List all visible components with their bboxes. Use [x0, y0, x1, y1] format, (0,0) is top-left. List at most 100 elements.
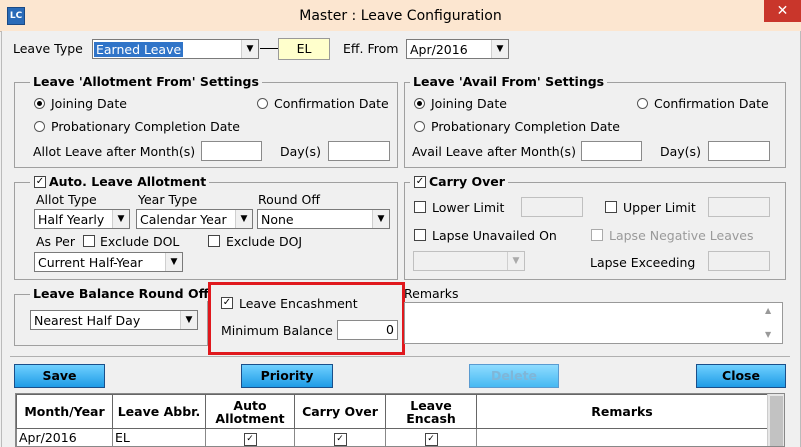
- round-off-dropdown[interactable]: None ▼: [257, 209, 390, 229]
- lapse-negative-checkbox[interactable]: [591, 229, 603, 241]
- col-carry-over[interactable]: Carry Over: [294, 394, 386, 429]
- allot-days-label: Day(s): [280, 144, 321, 159]
- min-balance-input[interactable]: 0: [337, 320, 398, 340]
- separator: [10, 356, 790, 357]
- leave-encashment-label: Leave Encashment: [239, 296, 358, 311]
- period-value: Current Half-Year: [38, 255, 143, 270]
- chevron-down-icon: ▼: [491, 40, 508, 58]
- avail-from-title: Leave 'Avail From' Settings: [410, 74, 608, 89]
- chevron-down-icon: ▼: [372, 210, 389, 228]
- allot-type-value: Half Yearly: [38, 212, 105, 227]
- grid-scroll-thumb[interactable]: [770, 396, 783, 446]
- exclude-doj-label: Exclude DOJ: [226, 234, 303, 249]
- chevron-down-icon: ▼: [507, 252, 524, 270]
- exclude-doj-checkbox[interactable]: [208, 235, 220, 247]
- allot-joining-label: Joining Date: [51, 96, 127, 111]
- chevron-down-icon: ▼: [235, 210, 252, 228]
- round-off-label: Round Off: [258, 192, 320, 207]
- carry-over-cell-checkbox[interactable]: ✓: [333, 433, 347, 446]
- lapse-unavailed-dropdown[interactable]: ▼: [413, 251, 525, 271]
- col-auto-allotment[interactable]: Auto Allotment: [205, 394, 295, 429]
- allot-confirmation-label: Confirmation Date: [274, 96, 389, 111]
- window-title: Master : Leave Configuration: [299, 8, 502, 24]
- period-dropdown[interactable]: Current Half-Year ▼: [34, 252, 183, 272]
- eff-from-value: Apr/2016: [410, 42, 468, 57]
- year-type-label: Year Type: [138, 192, 198, 207]
- balance-round-off-dropdown[interactable]: Nearest Half Day ▼: [30, 310, 198, 330]
- allot-type-label: Allot Type: [36, 192, 97, 207]
- upper-limit-label: Upper Limit: [623, 200, 696, 215]
- chevron-down-icon: ▼: [180, 311, 197, 329]
- year-type-value: Calendar Year: [140, 212, 227, 227]
- allot-months-input[interactable]: [201, 141, 262, 161]
- window-close-button[interactable]: ✕: [764, 0, 801, 22]
- allotment-from-title: Leave 'Allotment From' Settings: [30, 74, 262, 89]
- grid-scrollbar[interactable]: [767, 394, 784, 446]
- cell-remarks: [476, 428, 768, 446]
- cell-month-year: Apr/2016: [16, 428, 113, 446]
- min-balance-label: Minimum Balance: [221, 323, 333, 338]
- close-button[interactable]: Close: [696, 364, 786, 388]
- lapse-negative-label: Lapse Negative Leaves: [609, 228, 754, 243]
- col-leave-abbr[interactable]: Leave Abbr.: [112, 394, 206, 429]
- leave-grid: Month/Year Leave Abbr. Auto Allotment Ca…: [15, 393, 785, 447]
- avail-probation-label: Probationary Completion Date: [431, 119, 620, 134]
- avail-after-months-label: Avail Leave after Month(s): [412, 144, 576, 159]
- lower-limit-checkbox[interactable]: [414, 201, 426, 213]
- chevron-down-icon: ▼: [165, 253, 182, 271]
- avail-days-label: Day(s): [660, 144, 701, 159]
- avail-joining-radio[interactable]: [414, 98, 425, 109]
- remarks-textarea[interactable]: [404, 302, 783, 344]
- lapse-unavailed-label: Lapse Unavailed On: [432, 228, 557, 243]
- allot-type-dropdown[interactable]: Half Yearly ▼: [34, 209, 130, 229]
- col-month-year[interactable]: Month/Year: [16, 394, 113, 429]
- year-type-dropdown[interactable]: Calendar Year ▼: [136, 209, 253, 229]
- avail-probation-radio[interactable]: [414, 121, 425, 132]
- lapse-exceeding-label: Lapse Exceeding: [590, 255, 696, 270]
- cell-auto-allotment: ✓: [205, 428, 295, 446]
- avail-joining-label: Joining Date: [431, 96, 507, 111]
- avail-confirmation-radio[interactable]: [637, 98, 648, 109]
- eff-from-dropdown[interactable]: Apr/2016 ▼: [406, 39, 509, 59]
- close-icon: ✕: [776, 3, 789, 19]
- leave-encash-cell-checkbox[interactable]: ✓: [424, 433, 438, 446]
- leave-abbr-field: EL: [278, 38, 330, 60]
- allot-confirmation-radio[interactable]: [257, 98, 268, 109]
- allot-days-input[interactable]: [328, 141, 390, 161]
- table-row[interactable]: Apr/2016 EL ✓ ✓ ✓: [16, 428, 768, 446]
- chevron-down-icon: ▼: [241, 40, 258, 58]
- col-leave-encash[interactable]: Leave Encash: [385, 394, 477, 429]
- upper-limit-input[interactable]: [708, 197, 770, 217]
- lapse-exceeding-input[interactable]: [708, 251, 770, 271]
- allot-after-months-label: Allot Leave after Month(s): [33, 144, 196, 159]
- scroll-down-icon[interactable]: ▼: [765, 330, 771, 339]
- leave-type-dropdown[interactable]: Earned Leave ▼: [92, 39, 259, 59]
- lower-limit-input[interactable]: [521, 197, 583, 217]
- priority-button[interactable]: Priority: [241, 364, 333, 388]
- allot-probation-label: Probationary Completion Date: [51, 119, 240, 134]
- lapse-unavailed-checkbox[interactable]: [414, 229, 426, 241]
- balance-round-off-title: Leave Balance Round Off: [30, 286, 212, 301]
- as-per-label: As Per: [36, 234, 75, 249]
- carry-over-checkbox[interactable]: ✓: [414, 176, 426, 188]
- save-button[interactable]: Save: [14, 364, 105, 388]
- allot-probation-radio[interactable]: [34, 121, 45, 132]
- eff-from-label: Eff. From: [343, 41, 399, 56]
- lower-limit-label: Lower Limit: [432, 200, 505, 215]
- avail-days-input[interactable]: [708, 141, 770, 161]
- leave-encashment-checkbox[interactable]: ✓: [221, 297, 233, 309]
- allot-joining-radio[interactable]: [34, 98, 45, 109]
- round-off-value: None: [261, 212, 294, 227]
- cell-leave-abbr: EL: [112, 428, 206, 446]
- exclude-dol-checkbox[interactable]: [83, 235, 95, 247]
- leave-type-label: Leave Type: [13, 41, 83, 56]
- delete-button[interactable]: Delete: [469, 364, 559, 388]
- balance-round-off-value: Nearest Half Day: [34, 313, 141, 328]
- remarks-label: Remarks: [404, 286, 459, 301]
- upper-limit-checkbox[interactable]: [605, 201, 617, 213]
- auto-allotment-checkbox[interactable]: ✓: [34, 176, 46, 188]
- auto-allotment-cell-checkbox[interactable]: ✓: [243, 433, 257, 446]
- col-remarks[interactable]: Remarks: [476, 394, 768, 429]
- scroll-up-icon[interactable]: ▲: [765, 306, 771, 315]
- avail-months-input[interactable]: [581, 141, 642, 161]
